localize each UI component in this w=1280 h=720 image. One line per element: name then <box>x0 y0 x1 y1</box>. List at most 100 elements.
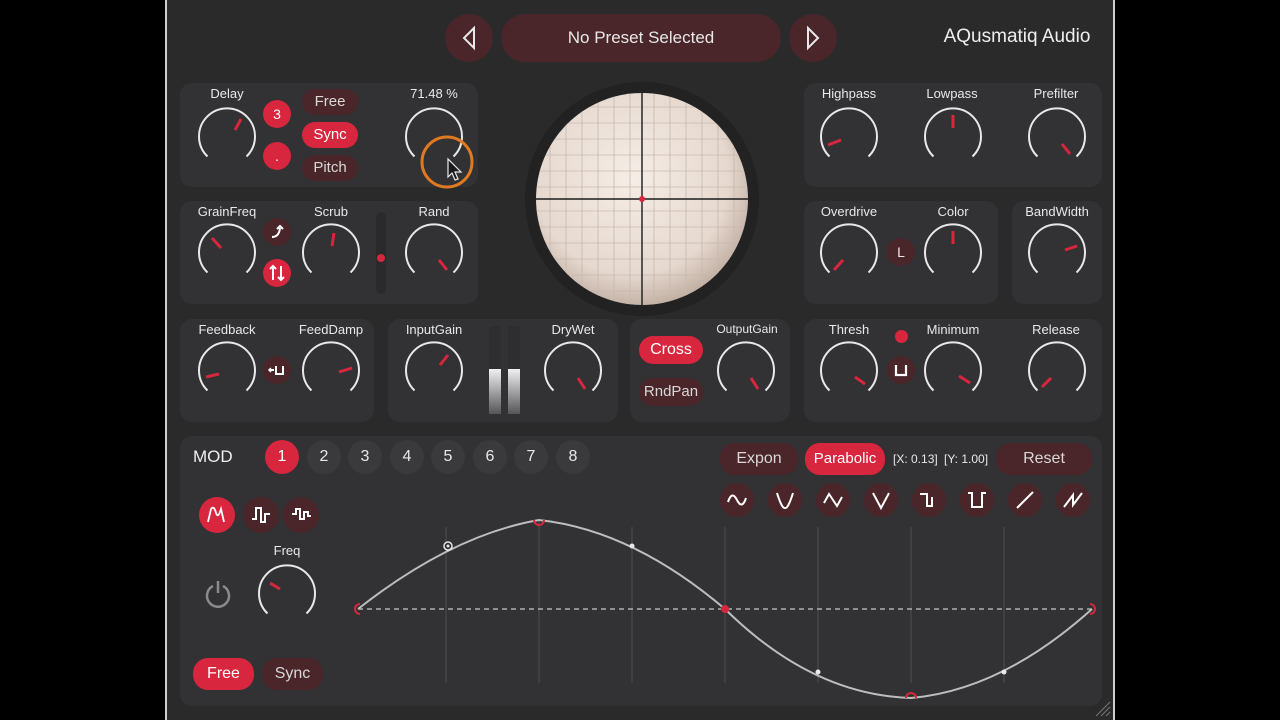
inputgain-knob[interactable] <box>403 340 465 402</box>
rndpan-button[interactable]: RndPan <box>639 378 703 406</box>
mod-title: MOD <box>193 447 233 466</box>
release-knob[interactable] <box>1026 340 1088 402</box>
prefilter-knob[interactable] <box>1026 106 1088 168</box>
overdrive-knob[interactable] <box>818 222 880 284</box>
l-button[interactable]: L <box>887 238 915 266</box>
free-button[interactable]: Free <box>302 89 358 115</box>
input-meter-right-level <box>508 369 520 414</box>
resize-grip-icon[interactable] <box>1092 698 1112 718</box>
highpass-knob[interactable] <box>818 106 880 168</box>
gate-mode-button[interactable] <box>887 356 915 384</box>
pitch-button[interactable]: Pitch <box>302 155 358 181</box>
brand-logo: AQusmatiq Audio <box>943 26 1091 47</box>
release-label: Release <box>1032 322 1080 337</box>
pulse-wave-icon <box>968 492 986 508</box>
y-readout: [Y: 1.00] <box>944 452 989 466</box>
overdrive-label: Overdrive <box>820 204 878 219</box>
color-knob[interactable] <box>922 222 984 284</box>
feeddamp-label: FeedDamp <box>298 322 364 337</box>
thresh-label: Thresh <box>828 322 870 337</box>
power-icon[interactable] <box>203 578 233 608</box>
square-wave-icon <box>920 493 933 507</box>
delay-dot-button[interactable]: . <box>263 142 291 170</box>
thresh-knob[interactable] <box>818 340 880 402</box>
cross-button[interactable]: Cross <box>639 336 703 364</box>
mod-curve-editor[interactable] <box>352 515 1097 705</box>
shape-ramp-button[interactable] <box>1008 483 1042 517</box>
reset-button[interactable]: Reset <box>996 443 1092 475</box>
delay-knob[interactable] <box>196 106 258 168</box>
mod-slot-3[interactable]: 3 <box>348 440 382 474</box>
lowpass-knob[interactable] <box>922 106 984 168</box>
shape-triangle-button[interactable] <box>816 483 850 517</box>
feedback-knob[interactable] <box>196 340 258 402</box>
curve-control-point[interactable] <box>815 669 821 675</box>
mod-slot-6[interactable]: 6 <box>473 440 507 474</box>
mod-slot-4[interactable]: 4 <box>390 440 424 474</box>
minimum-label: Minimum <box>926 322 980 337</box>
scrub-slider-handle[interactable] <box>377 254 385 262</box>
sine-wave-icon <box>727 494 747 506</box>
color-label: Color <box>937 204 969 219</box>
shape-v-button[interactable] <box>864 483 898 517</box>
bandwidth-knob[interactable] <box>1026 222 1088 284</box>
input-meter-left <box>489 326 501 414</box>
highpass-label: Highpass <box>821 86 877 101</box>
prev-preset-button[interactable] <box>445 14 493 62</box>
scrub-knob[interactable] <box>300 222 362 284</box>
shape-sine-button[interactable] <box>720 483 754 517</box>
parabolic-button[interactable]: Parabolic <box>805 443 885 475</box>
freq-knob[interactable] <box>256 563 318 625</box>
curve-control-point[interactable] <box>629 543 635 549</box>
rand-label: Rand <box>418 204 450 219</box>
shape-square-button[interactable] <box>912 483 946 517</box>
lowpass-label: Lowpass <box>926 86 978 101</box>
mod-slot-7[interactable]: 7 <box>514 440 548 474</box>
outputgain-knob[interactable] <box>715 340 777 402</box>
x-readout: [X: 0.13] <box>893 452 938 466</box>
curve-arrow-button[interactable] <box>263 218 291 246</box>
shape-pulse-button[interactable] <box>960 483 994 517</box>
envelope-shape-icon <box>207 505 225 523</box>
curve-node-mid[interactable] <box>721 605 729 613</box>
delay-number-button[interactable]: 3 <box>263 100 291 128</box>
expon-button[interactable]: Expon <box>720 443 798 475</box>
mod-slot-5[interactable]: 5 <box>431 440 465 474</box>
mod-slot-1[interactable]: 1 <box>265 440 299 474</box>
sync-button[interactable]: Sync <box>302 122 358 148</box>
rand-knob[interactable] <box>403 222 465 284</box>
mod-step-button[interactable] <box>243 497 279 533</box>
mod-free-button[interactable]: Free <box>193 658 254 690</box>
xy-pad[interactable] <box>534 91 750 307</box>
feedback-mode-button[interactable] <box>263 356 291 384</box>
bandwidth-label: BandWidth <box>1025 204 1089 219</box>
mod-sync-button[interactable]: Sync <box>262 658 323 690</box>
grainfreq-label: GrainFreq <box>197 204 257 219</box>
minimum-knob[interactable] <box>922 340 984 402</box>
curve-control-point[interactable] <box>1001 669 1007 675</box>
mod-slot-2[interactable]: 2 <box>307 440 341 474</box>
mod-slot-8[interactable]: 8 <box>556 440 590 474</box>
v-wave-icon <box>872 492 890 511</box>
shape-saw-button[interactable] <box>1056 483 1090 517</box>
step-shape-icon <box>252 507 270 523</box>
next-preset-button[interactable] <box>789 14 837 62</box>
drywet-label: DryWet <box>551 322 595 337</box>
outputgain-label: OutputGain <box>716 322 778 336</box>
swap-arrows-button[interactable] <box>263 259 291 287</box>
random-steps-icon <box>292 508 311 520</box>
drywet-knob[interactable] <box>542 340 604 402</box>
mod-envelope-button[interactable] <box>199 497 235 533</box>
scrub-label: Scrub <box>314 204 348 219</box>
feeddamp-knob[interactable] <box>300 340 362 402</box>
xy-pad-handle[interactable] <box>639 196 645 202</box>
saw-wave-icon <box>1063 492 1083 508</box>
delay-label: Delay <box>210 86 244 101</box>
scrub-slider-track[interactable] <box>376 212 386 294</box>
mod-random-button[interactable] <box>283 497 319 533</box>
preset-selector[interactable]: No Preset Selected <box>501 14 781 62</box>
percent-readout: 71.48 % <box>410 86 458 101</box>
grainfreq-knob[interactable] <box>196 222 258 284</box>
dynamics-indicator-dot <box>895 330 908 343</box>
shape-valley-button[interactable] <box>768 483 802 517</box>
